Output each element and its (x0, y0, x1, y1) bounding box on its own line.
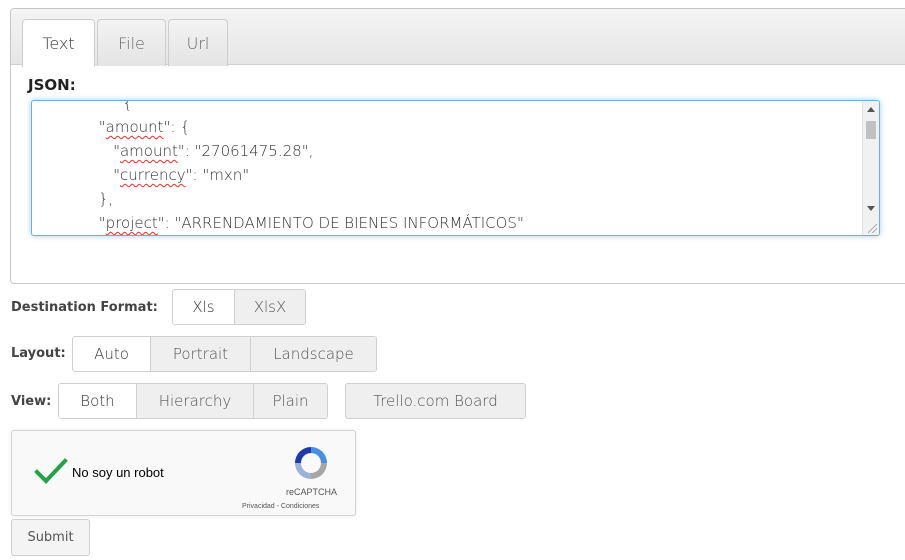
view-group: Both Hierarchy Plain (58, 383, 328, 419)
tab-file[interactable]: File (97, 19, 166, 66)
code-line: { (32, 100, 861, 115)
view-option-hierarchy[interactable]: Hierarchy (136, 384, 253, 418)
json-key: currency (119, 166, 186, 184)
scroll-down-icon[interactable] (867, 206, 875, 211)
code-line: "amount": { (98, 118, 190, 136)
submit-button[interactable]: Submit (11, 519, 90, 556)
tab-url[interactable]: Url (168, 19, 228, 66)
layout-option-portrait[interactable]: Portrait (150, 337, 250, 371)
json-value: { (108, 100, 133, 112)
code-line: }, (32, 187, 861, 211)
code-line: "project": "ARRENDAMIENTO DE BIENES INFO… (98, 214, 524, 232)
code-line: } (32, 235, 861, 236)
destination-format-label: Destination Format: (11, 300, 158, 315)
layout-group: Auto Portrait Landscape (72, 336, 377, 372)
json-textarea[interactable]: { "amount": { "amount": "27061475.28", "… (31, 100, 880, 236)
recaptcha-widget: No soy un robot reCAPTCHA Privacidad - C… (11, 430, 356, 516)
recaptcha-brand: reCAPTCHA (286, 487, 338, 497)
format-option-xls[interactable]: Xls (173, 290, 234, 324)
code-line: "amount": "27061475.28", (113, 142, 314, 160)
view-option-both[interactable]: Both (59, 384, 136, 418)
resize-handle-icon[interactable] (868, 224, 877, 233)
layout-label: Layout: (11, 346, 66, 361)
scroll-up-icon[interactable] (867, 107, 875, 112)
code-line: "currency": "mxn" (113, 166, 250, 184)
trello-board-button[interactable]: Trello.com Board (345, 383, 526, 419)
recaptcha-links[interactable]: Privacidad - Condiciones (242, 503, 319, 510)
layout-option-landscape[interactable]: Landscape (250, 337, 376, 371)
json-label: JSON: (28, 76, 76, 94)
json-value: : { (170, 118, 190, 136)
destination-format-group: Xls XlsX (172, 289, 306, 325)
json-key: project (105, 214, 158, 232)
recaptcha-logo-icon (295, 447, 327, 479)
format-option-xlsx[interactable]: XlsX (234, 290, 305, 324)
json-content[interactable]: { "amount": { "amount": "27061475.28", "… (32, 100, 861, 236)
view-label: View: (11, 394, 52, 409)
json-value: }, (98, 190, 114, 208)
recaptcha-label: No soy un robot (72, 465, 164, 480)
json-key: amount (119, 142, 178, 160)
view-option-plain[interactable]: Plain (253, 384, 327, 418)
editor-scrollbar[interactable] (862, 101, 879, 235)
tab-bar: Text File Url (11, 9, 905, 67)
json-value: : "mxn" (192, 166, 250, 184)
json-value: : "ARRENDAMIENTO DE BIENES INFORMÁTICOS" (164, 214, 524, 232)
checkmark-icon[interactable] (34, 457, 68, 485)
scroll-thumb[interactable] (866, 121, 876, 139)
tab-text[interactable]: Text (22, 19, 95, 67)
json-value: : "27061475.28", (184, 142, 314, 160)
layout-option-auto[interactable]: Auto (73, 337, 150, 371)
json-key: amount (105, 118, 164, 136)
